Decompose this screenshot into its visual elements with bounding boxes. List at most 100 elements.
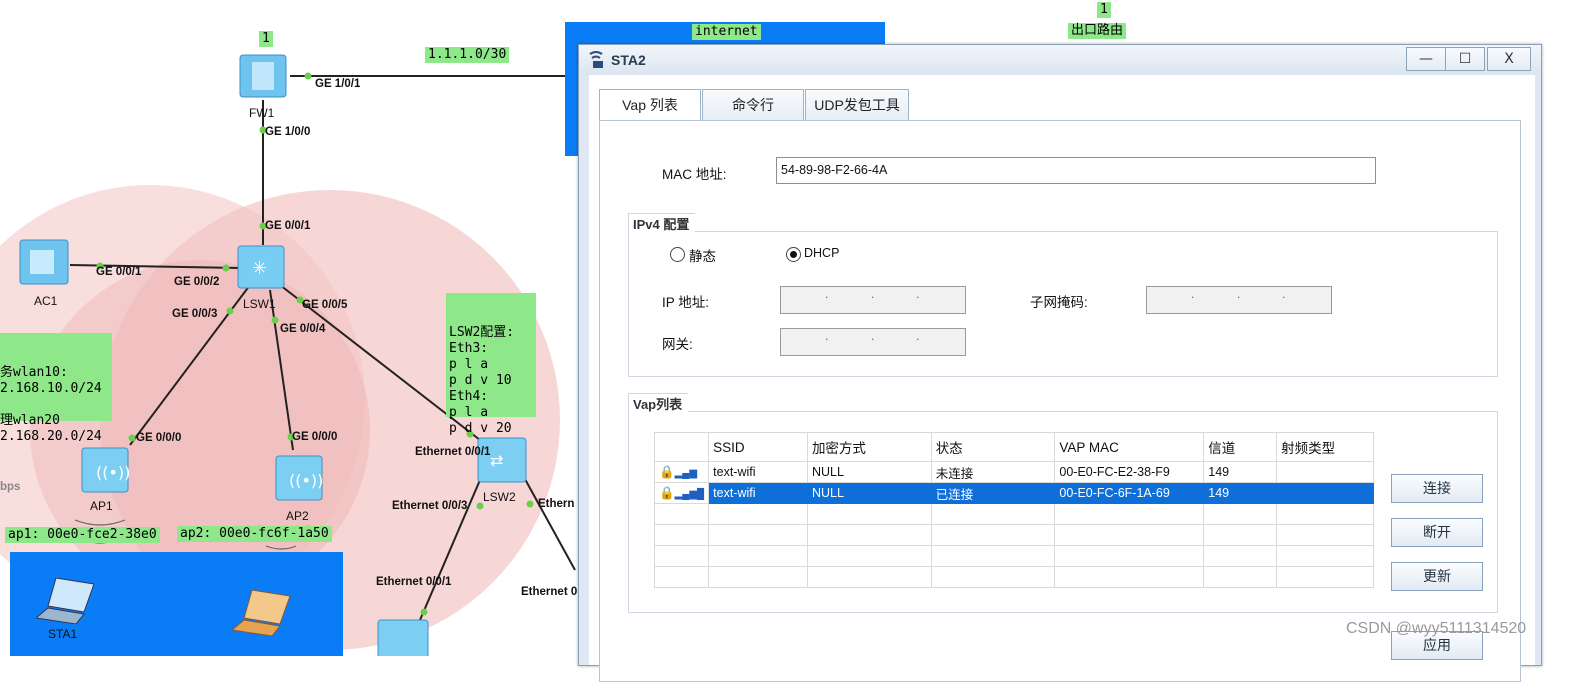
watermark: CSDN @wyy5111314520 <box>1346 620 1527 637</box>
port-label: GE 0/0/1 <box>265 220 311 232</box>
ap1-label: AP1 <box>90 499 113 513</box>
port-label: Ethern <box>538 498 575 510</box>
empty-row <box>653 503 1374 525</box>
vap-mac-cell: 00-E0-FC-E2-38-F9 <box>1054 461 1205 483</box>
port-label: GE 0/0/4 <box>280 323 326 335</box>
sta1-label: STA1 <box>48 627 78 641</box>
window-title: STA2 <box>611 52 646 68</box>
disconnect-button[interactable]: 断开 <box>1391 518 1483 547</box>
switch-icon: ✳ <box>237 245 285 289</box>
ssid-cell: text-wifi <box>708 482 808 504</box>
window-client: Vap 列表 命令行 UDP发包工具 MAC 地址: 54-89-98-F2-6… <box>589 75 1535 682</box>
port-label: GE 0/0/5 <box>302 299 348 311</box>
table-row[interactable]: 🔒▂▄▆ text-wifi NULL 未连接 00-E0-FC-E2-38-F… <box>653 461 1374 483</box>
ac1-label: AC1 <box>34 294 58 308</box>
table-row-selected[interactable]: 🔒▂▄▆█ text-wifi NULL 已连接 00-E0-FC-6F-1A-… <box>653 482 1374 504</box>
svg-text:⇄: ⇄ <box>490 451 503 470</box>
sta2-window[interactable]: STA2 — ☐ X Vap 列表 命令行 UDP发包工具 MAC 地址: 54… <box>578 44 1542 682</box>
ssid-cell: text-wifi <box>708 461 808 483</box>
lock-icon: 🔒 <box>659 485 675 500</box>
ap2-mac-label: ap2: 00e0-fc6f-1a50 <box>177 526 332 542</box>
wlan-note: 务wlan10: 2.168.10.0/24 理wlan20 2.168.20.0/2… <box>0 333 112 444</box>
mac-label: MAC 地址: <box>662 167 727 182</box>
ap2-label: AP2 <box>286 509 309 523</box>
ip-address-label: IP 地址: <box>662 295 710 310</box>
static-label: 静态 <box>689 249 716 264</box>
port-label: GE 0/0/0 <box>136 432 182 444</box>
laptop-icon <box>232 590 291 636</box>
port-label: Ethernet 0 <box>521 586 578 598</box>
port-label: GE 0/0/0 <box>292 431 338 443</box>
port-label: Ethernet 0/0/1 <box>376 576 452 588</box>
lsw2-config-note: LSW2配置: Eth3: p l ap d v 10 Eth4: p l ap d v… <box>446 293 536 436</box>
subnet-mask-label: 子网掩码: <box>1030 295 1088 310</box>
table-header: 状态 <box>930 432 1056 462</box>
vap-table: SSID 加密方式 状态 VAP MAC 信道 射频类型 🔒▂▄▆ text-w… <box>653 432 1374 588</box>
radio-type-cell <box>1276 482 1374 504</box>
encryption-cell: NULL <box>806 482 932 504</box>
internet-label: internet <box>692 24 761 40</box>
table-header: SSID <box>708 432 808 462</box>
subnet-mask-field[interactable]: · · · <box>1146 286 1332 314</box>
connect-button[interactable]: 连接 <box>1391 474 1483 503</box>
vap-mac-cell: 00-E0-FC-6F-1A-69 <box>1054 482 1205 504</box>
table-header: 射频类型 <box>1276 432 1374 462</box>
vap-list-title: Vap列表 <box>628 393 689 416</box>
port-label: GE 0/0/1 <box>96 266 142 278</box>
table-header-row: SSID 加密方式 状态 VAP MAC 信道 射频类型 <box>653 432 1374 462</box>
table-header: VAP MAC <box>1054 432 1205 462</box>
tab-command-line[interactable]: 命令行 <box>702 89 804 120</box>
gateway-field[interactable]: · · · <box>780 328 966 356</box>
encryption-cell: NULL <box>806 461 932 483</box>
signal-cell: 🔒▂▄▆ <box>653 461 710 483</box>
status-cell: 未连接 <box>930 461 1056 483</box>
static-radio[interactable] <box>670 247 685 262</box>
signal-icon: ▂▄▆ <box>674 467 698 479</box>
empty-row <box>653 524 1374 546</box>
radio-type-cell <box>1276 461 1374 483</box>
ipv4-config-title: IPv4 配置 <box>628 213 696 236</box>
tab-udp-tool[interactable]: UDP发包工具 <box>805 89 909 120</box>
station-icon <box>589 51 603 68</box>
window-titlebar[interactable]: STA2 — ☐ X <box>579 45 1541 75</box>
port-label: Ethernet 0/0/3 <box>392 500 468 512</box>
lsw1-label: LSW1 <box>243 297 276 311</box>
svg-text:((•)): ((•)) <box>289 471 323 490</box>
maximize-button[interactable]: ☐ <box>1445 47 1485 71</box>
dhcp-label: DHCP <box>804 246 840 260</box>
signal-icon: ▂▄▆█ <box>674 488 705 500</box>
lock-icon: 🔒 <box>659 464 675 479</box>
mac-field[interactable]: 54-89-98-F2-66-4A <box>776 157 1376 184</box>
switch-icon <box>377 619 429 656</box>
ip-address-field[interactable]: · · · <box>780 286 966 314</box>
ap1-mac-label: ap1: 00e0-fce2-38e0 <box>5 527 160 543</box>
table-header: 加密方式 <box>806 432 932 462</box>
empty-row <box>653 545 1374 567</box>
subnet-label: 1.1.1.0/30 <box>425 47 510 63</box>
access-point-icon: ((•)) <box>275 455 323 501</box>
close-button[interactable]: X <box>1487 47 1531 71</box>
channel-cell: 149 <box>1203 482 1278 504</box>
dhcp-radio[interactable] <box>786 247 801 262</box>
table-header <box>653 432 710 462</box>
port-label: GE 0/0/2 <box>174 276 220 288</box>
vap-list-panel: MAC 地址: 54-89-98-F2-66-4A IPv4 配置 静态 DHC… <box>599 120 1521 682</box>
channel-cell: 149 <box>1203 461 1278 483</box>
gateway-label: 网关: <box>662 337 693 352</box>
lsw2-label: LSW2 <box>483 490 516 504</box>
laptop-icon <box>36 578 95 624</box>
port-label: GE 0/0/3 <box>172 308 218 320</box>
port-label: GE 1/0/0 <box>265 126 311 138</box>
minimize-button[interactable]: — <box>1406 47 1446 71</box>
status-cell: 已连接 <box>930 482 1056 504</box>
fw-count-badge: 1 <box>259 31 273 47</box>
firewall-icon <box>239 54 287 98</box>
empty-row <box>653 566 1374 588</box>
bandwidth-label: bps <box>0 481 21 493</box>
table-header: 信道 <box>1203 432 1278 462</box>
svg-text:((•)): ((•)) <box>96 463 130 482</box>
tab-vap-list[interactable]: Vap 列表 <box>599 89 701 121</box>
exit-router-label: 出口路由 <box>1068 23 1127 39</box>
refresh-button[interactable]: 更新 <box>1391 562 1483 591</box>
fw1-label: FW1 <box>249 106 275 120</box>
